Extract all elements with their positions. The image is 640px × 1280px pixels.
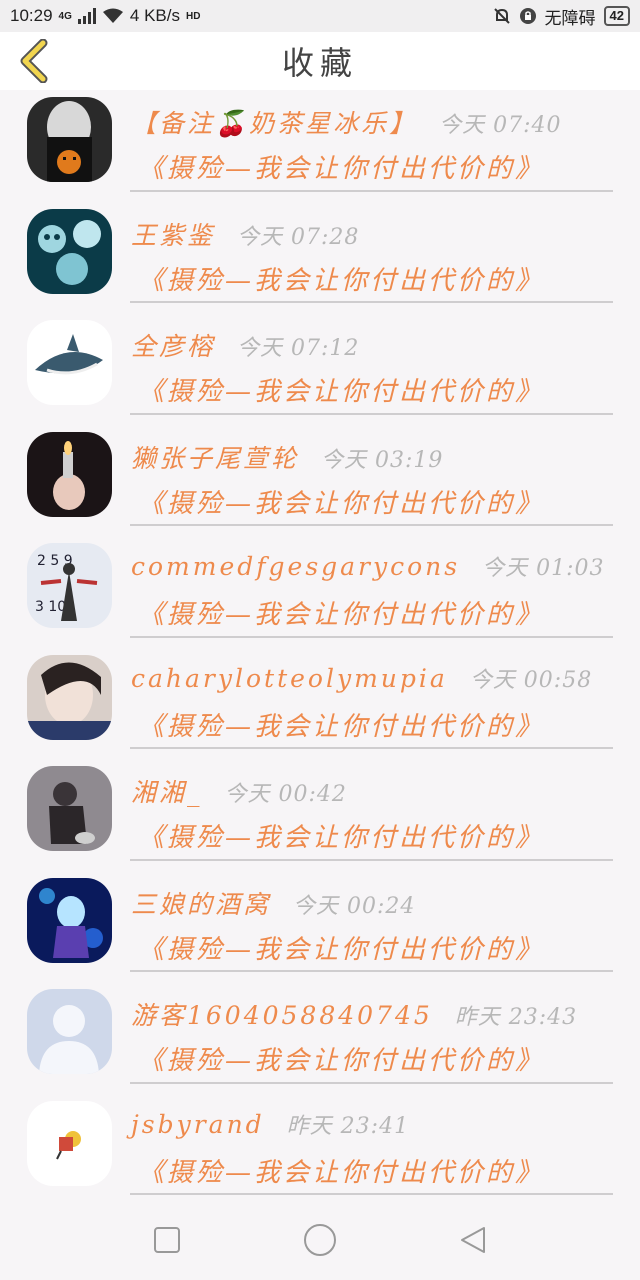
- page-title: 收藏: [281, 44, 358, 82]
- square-icon: [153, 1227, 180, 1253]
- message-text: 《摄殓—我会让你付出代价的》: [138, 1157, 545, 1188]
- favorites-list: 【备注🍒奶茶星冰乐】 今天 07:40 《摄殓—我会让你付出代价的》 王紫鉴 今天 07…: [0, 90, 640, 1205]
- lock-rotation-icon: [519, 8, 536, 24]
- favorite-item[interactable]: 獭张子尾萱轮 今天 03:19 《摄殓—我会让你付出代价的》: [0, 425, 640, 537]
- item-header: 游客1604058840745 昨天 23:43: [131, 996, 577, 1032]
- divider: [130, 970, 613, 972]
- svg-text:3 10: 3 10: [35, 599, 66, 615]
- message-text: 《摄殓—我会让你付出代价的》: [138, 934, 545, 965]
- user-name: commedfgesgarycons: [131, 552, 461, 581]
- avatar[interactable]: [27, 97, 112, 182]
- favorite-item[interactable]: jsbyrand 昨天 23:41 《摄殓—我会让你付出代价的》: [0, 1094, 640, 1206]
- home-button[interactable]: [298, 1218, 342, 1262]
- message-text: 《摄殓—我会让你付出代价的》: [138, 265, 545, 296]
- item-header: 王紫鉴 今天 07:28: [131, 216, 359, 252]
- avatar[interactable]: [27, 320, 112, 405]
- status-time: 10:29: [10, 6, 53, 25]
- circle-icon: [303, 1224, 336, 1256]
- divider: [130, 189, 613, 192]
- favorite-item[interactable]: 湘湘_ 今天 00:42 《摄殓—我会让你付出代价的》: [0, 759, 640, 871]
- item-header: caharylotteolymupia 今天 00:58: [131, 662, 592, 694]
- message-text: 《摄殓—我会让你付出代价的》: [138, 600, 545, 630]
- navigation-bar: [0, 1200, 640, 1280]
- user-name: caharylotteolymupia: [131, 663, 448, 693]
- avatar[interactable]: [27, 208, 112, 294]
- message-text: 《摄殓—我会让你付出代价的》: [138, 154, 545, 184]
- favorite-item[interactable]: 三娘的酒窝 今天 00:24 《摄殓—我会让你付出代价的》: [0, 871, 640, 983]
- item-header: jsbyrand 昨天 23:41: [131, 1108, 409, 1140]
- timestamp: 今天 03:19: [321, 447, 444, 473]
- item-header: 獭张子尾萱轮 今天 03:19: [131, 439, 443, 475]
- favorite-item[interactable]: 游客1604058840745 昨天 23:43 《摄殓—我会让你付出代价的》: [0, 982, 640, 1094]
- user-name: 三娘的酒窝: [131, 889, 272, 919]
- favorite-item[interactable]: 【备注🍒奶茶星冰乐】 今天 07:40 《摄殓—我会让你付出代价的》: [0, 90, 640, 202]
- timestamp: 今天 07:40: [439, 113, 562, 138]
- battery-indicator: 42: [603, 6, 630, 26]
- network-type: 4G: [58, 10, 72, 22]
- favorite-item[interactable]: caharylotteolymupia 今天 00:58 《摄殓—我会让你付出代价的…: [0, 648, 640, 760]
- item-header: 全彦榕 今天 07:12: [131, 327, 359, 363]
- avatar[interactable]: [27, 766, 112, 851]
- back-nav-button[interactable]: [451, 1218, 495, 1262]
- timestamp: 今天 07:12: [237, 336, 360, 361]
- timestamp: 今天 00:42: [224, 782, 347, 807]
- back-button[interactable]: [12, 38, 56, 84]
- divider: [130, 1081, 613, 1084]
- avatar[interactable]: 2 5 93 10: [27, 543, 112, 628]
- message-text: 《摄殓—我会让你付出代价的》: [138, 488, 545, 519]
- avatar[interactable]: [27, 877, 112, 963]
- item-header: 三娘的酒窝 今天 00:24: [131, 885, 415, 921]
- user-name: 游客1604058840745: [131, 1001, 433, 1030]
- avatar[interactable]: [27, 1100, 112, 1186]
- user-name: 全彦榕: [131, 332, 216, 361]
- divider: [130, 524, 613, 526]
- network-speed: 4 KB/s: [129, 6, 180, 25]
- divider: [130, 1193, 613, 1195]
- timestamp: 昨天 23:41: [286, 1113, 410, 1139]
- avatar[interactable]: [27, 431, 112, 517]
- timestamp: 今天 01:03: [482, 556, 605, 581]
- avatar[interactable]: [27, 989, 112, 1074]
- message-text: 《摄殓—我会让你付出代价的》: [138, 823, 545, 853]
- avatar[interactable]: [27, 654, 112, 740]
- item-header: 【备注🍒奶茶星冰乐】 今天 07:40: [131, 104, 562, 140]
- timestamp: 今天 00:24: [293, 893, 416, 919]
- user-name: 獭张子尾萱轮: [131, 443, 300, 473]
- message-text: 《摄殓—我会让你付出代价的》: [138, 377, 545, 407]
- divider: [130, 858, 613, 861]
- signal-icon: [77, 8, 96, 24]
- item-header: 湘湘_ 今天 00:42: [131, 773, 347, 809]
- recent-apps-button[interactable]: [145, 1218, 189, 1262]
- item-header: commedfgesgarycons 今天 01:03: [131, 550, 605, 582]
- user-name: 王紫鉴: [131, 220, 216, 250]
- triangle-back-icon: [461, 1227, 486, 1253]
- accessibility-label: 无障碍: [544, 8, 596, 28]
- divider: [130, 412, 613, 415]
- divider: [130, 747, 613, 749]
- header: 收藏: [0, 32, 640, 90]
- divider: [130, 301, 613, 303]
- status-bar: 10:29 4G 4 KB/s HD 无障碍 42: [0, 0, 640, 32]
- favorite-item[interactable]: 全彦榕 今天 07:12 《摄殓—我会让你付出代价的》: [0, 313, 640, 425]
- chevron-left-icon: [20, 39, 48, 83]
- timestamp: 今天 07:28: [237, 224, 360, 250]
- message-text: 《摄殓—我会让你付出代价的》: [138, 711, 545, 742]
- wifi-icon: [102, 8, 123, 23]
- message-text: 《摄殓—我会让你付出代价的》: [138, 1046, 545, 1076]
- user-name: 【备注🍒奶茶星冰乐】: [131, 109, 418, 138]
- user-name: jsbyrand: [131, 1109, 265, 1139]
- user-name: 湘湘_: [131, 778, 203, 807]
- mute-bell-icon: [493, 8, 510, 24]
- timestamp: 昨天 23:43: [454, 1005, 578, 1030]
- divider: [130, 635, 613, 638]
- timestamp: 今天 00:58: [469, 667, 593, 693]
- favorite-item[interactable]: 王紫鉴 今天 07:28 《摄殓—我会让你付出代价的》: [0, 202, 640, 314]
- favorite-item[interactable]: 2 5 93 10 commedfgesgarycons 今天 01:03 《摄殓—我…: [0, 536, 640, 648]
- hd-icon: HD: [185, 10, 201, 22]
